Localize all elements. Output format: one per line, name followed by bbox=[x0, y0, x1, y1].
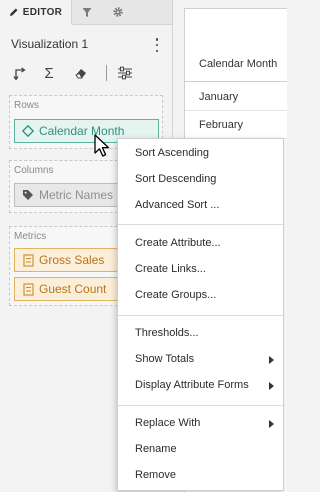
menu-item-label: Thresholds... bbox=[135, 327, 199, 339]
attribute-icon bbox=[17, 125, 39, 137]
eraser-icon bbox=[75, 69, 86, 79]
menu-item-create-groups[interactable]: Create Groups... bbox=[118, 285, 283, 307]
menu-item-create-links[interactable]: Create Links... bbox=[118, 259, 283, 281]
kebab-menu-icon[interactable] bbox=[152, 38, 162, 52]
menu-item-label: Create Links... bbox=[135, 263, 206, 275]
menu-item-rename[interactable]: Rename bbox=[118, 439, 283, 461]
menu-item-label: Advanced Sort ... bbox=[135, 199, 220, 211]
metric-icon bbox=[17, 253, 39, 267]
menu-item-label: Sort Ascending bbox=[135, 147, 209, 159]
swap-axes-button[interactable] bbox=[9, 62, 31, 84]
mouse-cursor-icon bbox=[94, 134, 110, 157]
menu-item-thresholds[interactable]: Thresholds... bbox=[118, 323, 283, 345]
grid-header-calendar-month[interactable]: Calendar Month bbox=[199, 58, 277, 70]
menu-item-replace-with[interactable]: Replace With bbox=[118, 413, 283, 435]
submenu-arrow-icon bbox=[269, 356, 274, 364]
toolbar-divider bbox=[106, 65, 107, 81]
metric-label-guest-count: Guest Count bbox=[39, 282, 107, 296]
columns-metric-names-label: Metric Names bbox=[39, 188, 114, 202]
grid-row[interactable]: January bbox=[185, 83, 287, 111]
grid-row[interactable]: February bbox=[185, 111, 287, 139]
tag-icon bbox=[17, 189, 39, 201]
tab-format[interactable] bbox=[106, 0, 130, 24]
menu-item-display-attribute-forms[interactable]: Display Attribute Forms bbox=[118, 375, 283, 397]
metric-label-gross-sales: Gross Sales bbox=[39, 253, 105, 267]
menu-item-sort-descending[interactable]: Sort Descending bbox=[118, 169, 283, 191]
menu-separator bbox=[118, 224, 283, 225]
visualization-settings-button[interactable] bbox=[114, 62, 136, 84]
menu-separator bbox=[118, 405, 283, 406]
rows-attribute-label: Calendar Month bbox=[39, 124, 125, 138]
grid-cell: January bbox=[199, 91, 239, 103]
menu-item-label: Display Attribute Forms bbox=[135, 379, 249, 391]
grid-cell: February bbox=[199, 119, 244, 131]
menu-item-create-attribute[interactable]: Create Attribute... bbox=[118, 233, 283, 255]
submenu-arrow-icon bbox=[269, 382, 274, 390]
menu-item-remove[interactable]: Remove bbox=[118, 465, 283, 487]
rows-zone-label: Rows bbox=[14, 100, 40, 111]
sum-button[interactable]: Σ bbox=[38, 62, 60, 84]
menu-separator bbox=[118, 315, 283, 316]
metric-icon bbox=[17, 282, 39, 296]
menu-item-label: Show Totals bbox=[135, 353, 195, 365]
context-menu: Sort Ascending Sort Descending Advanced … bbox=[117, 138, 284, 491]
metrics-zone-label: Metrics bbox=[14, 231, 47, 242]
menu-item-label: Replace With bbox=[135, 417, 201, 429]
menu-item-sort-ascending[interactable]: Sort Ascending bbox=[118, 143, 283, 165]
settings-sliders-icon bbox=[118, 66, 132, 80]
columns-zone-label: Columns bbox=[14, 165, 54, 176]
menu-item-label: Create Groups... bbox=[135, 289, 217, 301]
tab-editor-label: EDITOR bbox=[22, 6, 63, 18]
filter-icon bbox=[82, 7, 92, 17]
tab-filter[interactable] bbox=[76, 0, 98, 24]
swap-axes-icon bbox=[13, 67, 26, 80]
menu-item-show-totals[interactable]: Show Totals bbox=[118, 349, 283, 371]
panel-tabs: EDITOR bbox=[0, 0, 172, 25]
menu-item-label: Sort Descending bbox=[135, 173, 217, 185]
submenu-arrow-icon bbox=[269, 420, 274, 428]
menu-item-label: Create Attribute... bbox=[135, 237, 221, 249]
sigma-icon: Σ bbox=[44, 64, 54, 82]
menu-item-label: Rename bbox=[135, 443, 177, 455]
pencil-icon bbox=[9, 8, 18, 16]
visualization-title[interactable]: Visualization 1 bbox=[11, 37, 88, 51]
menu-item-label: Remove bbox=[135, 469, 176, 481]
menu-item-advanced-sort[interactable]: Advanced Sort ... bbox=[118, 195, 283, 217]
tab-editor[interactable]: EDITOR bbox=[0, 0, 72, 25]
gear-icon bbox=[113, 7, 123, 17]
editor-toolbar: Σ bbox=[0, 62, 172, 84]
grid-header-divider bbox=[185, 81, 287, 82]
clear-button[interactable] bbox=[70, 62, 92, 84]
